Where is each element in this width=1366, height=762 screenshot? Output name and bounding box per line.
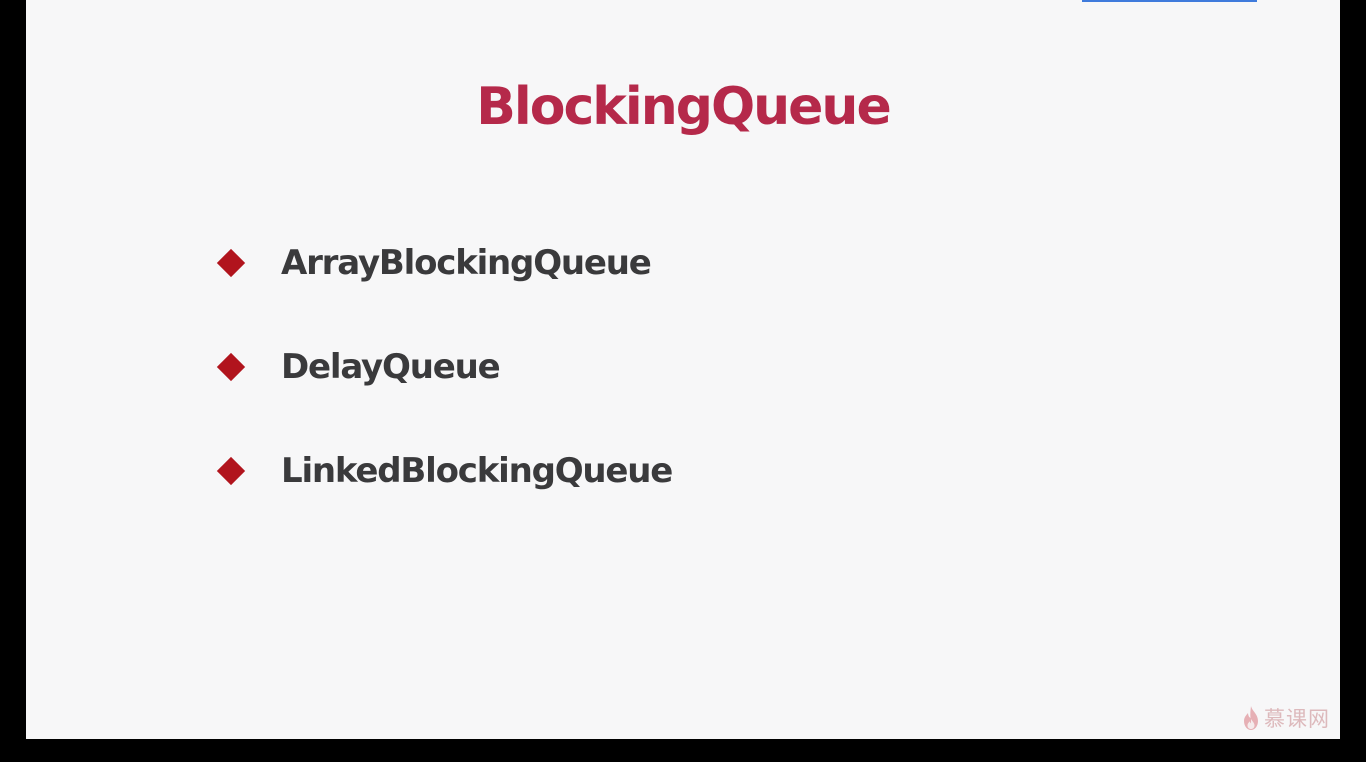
top-accent-bar [1082,0,1257,2]
diamond-bullet-icon [216,352,246,382]
diamond-bullet-icon [216,248,246,278]
flame-icon [1242,705,1264,731]
watermark-text: 慕课网 [1264,707,1330,731]
slide-title: BlockingQueue [476,77,891,137]
video-frame: BlockingQueue ArrayBlockingQueue DelayQu… [0,0,1366,762]
bullet-item: ArrayBlockingQueue [216,236,672,290]
bullet-list: ArrayBlockingQueue DelayQueue LinkedBloc… [216,236,673,548]
presentation-slide: BlockingQueue ArrayBlockingQueue DelayQu… [26,0,1340,739]
diamond-bullet-icon [216,456,246,486]
bullet-item: LinkedBlockingQueue [216,444,673,498]
bullet-label: DelayQueue [281,347,501,387]
bullet-item: DelayQueue [216,340,672,394]
bullet-label: ArrayBlockingQueue [281,243,652,283]
watermark: 慕课网 [1242,703,1330,733]
bullet-label: LinkedBlockingQueue [281,451,673,491]
